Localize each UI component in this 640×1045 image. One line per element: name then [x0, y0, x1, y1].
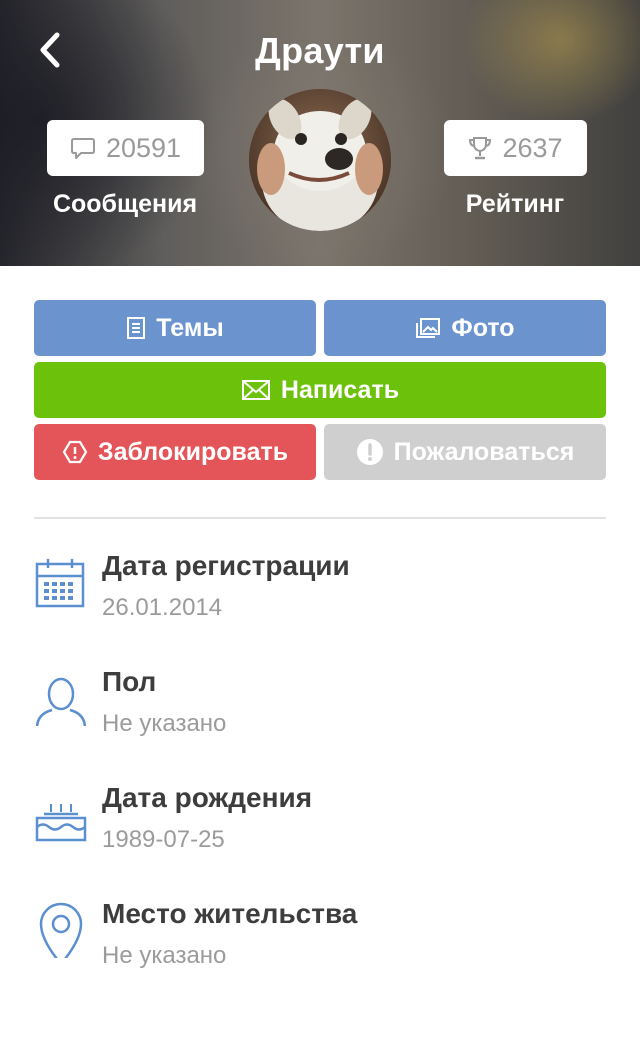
exclamation-circle-icon: [356, 439, 383, 465]
info-value: Не указано: [102, 710, 227, 737]
topics-button[interactable]: Темы: [34, 300, 316, 356]
birthday-cake-icon: [35, 804, 87, 842]
write-message-button[interactable]: Написать: [34, 362, 606, 418]
info-title: Пол: [102, 666, 157, 697]
messages-count-box[interactable]: 20591: [47, 120, 204, 176]
info-row-location: Место жительства Не указано: [34, 898, 606, 988]
info-row-registration-date: Дата регистрации 26.01.2014: [34, 550, 606, 640]
messages-count: 20591: [105, 132, 182, 163]
document-icon: [127, 317, 146, 339]
location-pin-icon: [39, 902, 83, 958]
rating-label: Рейтинг: [465, 190, 565, 218]
info-value: 1989-07-25: [102, 826, 225, 853]
topics-button-label: Темы: [156, 313, 224, 342]
rating-count: 2637: [502, 132, 563, 163]
info-row-birth-date: Дата рождения 1989-07-25: [34, 782, 606, 872]
photo-button-label: Фото: [451, 313, 515, 342]
page-title: Драути: [255, 30, 385, 71]
user-icon: [35, 677, 87, 726]
block-warning-icon: [62, 440, 88, 464]
envelope-icon: [241, 380, 270, 400]
info-title: Дата регистрации: [102, 550, 350, 581]
info-value: 26.01.2014: [102, 594, 223, 621]
block-button[interactable]: Заблокировать: [34, 424, 316, 480]
divider: [34, 517, 606, 519]
rating-count-box[interactable]: 2637: [444, 120, 587, 176]
messages-label: Сообщения: [52, 190, 198, 218]
avatar-image: [249, 89, 391, 231]
report-button[interactable]: Пожаловаться: [324, 424, 606, 480]
write-message-label: Написать: [280, 375, 400, 404]
info-title: Дата рождения: [102, 782, 313, 813]
report-button-label: Пожаловаться: [393, 437, 575, 466]
info-value: Не указано: [102, 942, 227, 969]
block-button-label: Заблокировать: [97, 437, 289, 466]
trophy-icon: [469, 137, 492, 160]
profile-header: Драути 20591 Сообщения 2637 Рейтинг: [0, 0, 640, 266]
calendar-icon: [35, 559, 85, 608]
speech-bubble-icon: [70, 138, 95, 159]
photo-button[interactable]: Фото: [324, 300, 606, 356]
info-title: Место жительства: [102, 898, 358, 929]
avatar[interactable]: [249, 89, 391, 231]
photo-gallery-icon: [416, 318, 441, 338]
info-row-gender: Пол Не указано: [34, 666, 606, 756]
